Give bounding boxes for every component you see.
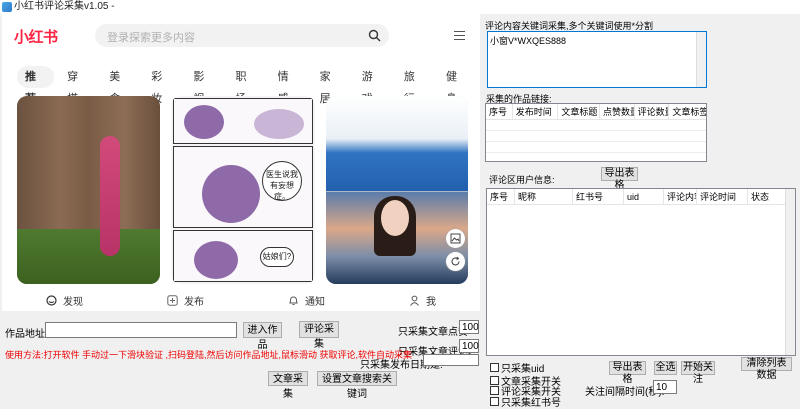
- feed-card-flower[interactable]: [17, 96, 160, 284]
- users-table[interactable]: 序号 昵称 红书号 uid 评论内容 评论时间 状态: [486, 188, 796, 356]
- users-label: 评论区用户信息:: [489, 175, 555, 185]
- nav-notify[interactable]: 通知: [288, 293, 325, 308]
- enter-work-button[interactable]: 进入作品: [243, 322, 282, 351]
- comic-speech-bubble: 姑娘们?: [260, 247, 294, 267]
- users-col-status[interactable]: 状态: [748, 189, 785, 204]
- users-table-scrollbar[interactable]: [785, 189, 795, 355]
- textarea-scrollbar[interactable]: [696, 32, 706, 87]
- window-title: 小红书评论采集v1.05 -: [14, 1, 115, 12]
- menu-icon[interactable]: [454, 31, 465, 40]
- nav-publish[interactable]: 发布: [167, 293, 204, 308]
- tab-food[interactable]: 美食: [101, 66, 138, 105]
- tab-movies[interactable]: 影视: [185, 66, 222, 105]
- plus-icon: [167, 295, 178, 306]
- tab-recommend[interactable]: 推荐: [17, 66, 55, 105]
- search-bar[interactable]: 登录探索更多内容: [95, 24, 389, 47]
- nav-me[interactable]: 我: [409, 293, 436, 308]
- users-table-header: 序号 昵称 红书号 uid 评论内容 评论时间 状态: [487, 189, 785, 205]
- nav-publish-label: 发布: [184, 297, 204, 308]
- tab-fitness[interactable]: 健身: [438, 66, 475, 105]
- works-table[interactable]: 序号 发布时间 文章标题 点赞数量 评论数量 文章标签: [485, 103, 707, 162]
- keywords-textarea[interactable]: 小窗V*WXQES888: [487, 31, 707, 88]
- nav-discover-label: 发现: [63, 297, 83, 308]
- date-filter-input[interactable]: [423, 354, 479, 366]
- tab-makeup[interactable]: 彩妆: [143, 66, 180, 105]
- usage-instructions: 使用方法:打开软件 手动过一下滑块验证 ,扫码登陆,然后访问作品地址,鼠标滑动 …: [5, 350, 413, 360]
- users-col-uid[interactable]: uid: [624, 189, 664, 204]
- web-view[interactable]: 小红书 登录探索更多内容 推荐 穿搭 美食 彩妆 影视 职场 情感 家居 游戏 …: [2, 14, 480, 311]
- nav-me-label: 我: [426, 297, 436, 308]
- export-users-button[interactable]: 导出表格: [609, 361, 646, 385]
- users-col-comment-time[interactable]: 评论时间: [697, 189, 748, 204]
- image-icon[interactable]: [446, 229, 465, 248]
- select-all-button[interactable]: 全选: [654, 361, 677, 375]
- url-input[interactable]: [45, 322, 237, 338]
- search-placeholder: 登录探索更多内容: [107, 32, 195, 44]
- card-image-grass: [17, 229, 160, 284]
- clear-list-button[interactable]: 清除列表数据: [741, 357, 792, 381]
- tab-games[interactable]: 游戏: [354, 66, 391, 105]
- follow-interval-input[interactable]: 10: [653, 380, 677, 394]
- tab-travel[interactable]: 旅行: [396, 66, 433, 105]
- works-col-index[interactable]: 序号: [486, 104, 513, 119]
- tab-home[interactable]: 家居: [312, 66, 349, 105]
- works-col-comments[interactable]: 评论数量: [635, 104, 670, 119]
- tab-career[interactable]: 职场: [227, 66, 264, 105]
- works-col-likes[interactable]: 点赞数量: [600, 104, 635, 119]
- user-icon: [410, 295, 419, 306]
- comments-filter-input[interactable]: 100: [459, 339, 479, 353]
- users-col-redbook-id[interactable]: 红书号: [573, 189, 624, 204]
- bottom-nav: 发现 发布 通知 我: [2, 291, 480, 311]
- nav-discover[interactable]: 发现: [46, 293, 83, 308]
- users-col-index[interactable]: 序号: [487, 189, 515, 204]
- users-col-nickname[interactable]: 昵称: [515, 189, 573, 204]
- works-col-publish-time[interactable]: 发布时间: [513, 104, 559, 119]
- xiaohongshu-logo[interactable]: 小红书: [14, 26, 58, 47]
- keywords-value: 小窗V*WXQES888: [490, 36, 567, 46]
- users-col-comment[interactable]: 评论内容: [664, 189, 697, 204]
- set-keywords-button[interactable]: 设置文章搜索关键词: [317, 371, 397, 400]
- refresh-icon[interactable]: [446, 252, 465, 271]
- works-col-tags[interactable]: 文章标签: [669, 104, 706, 119]
- card-image-ocean: [326, 96, 468, 191]
- comic-speech-bubble: 医生说我有妄想症。: [262, 161, 302, 201]
- comic-panel: 姑娘们?: [173, 230, 313, 282]
- app-icon: [2, 2, 12, 12]
- likes-filter-input[interactable]: 100: [459, 320, 479, 334]
- works-col-title[interactable]: 文章标题: [558, 104, 600, 119]
- start-follow-button[interactable]: 开始关注: [681, 361, 715, 385]
- article-collect-button[interactable]: 文章采集: [268, 371, 308, 400]
- export-works-button[interactable]: 导出表格: [601, 167, 638, 191]
- category-tabs: 推荐 穿搭 美食 彩妆 影视 职场 情感 家居 游戏 旅行 健身: [17, 66, 480, 105]
- title-bar: 小红书评论采集v1.05 -: [0, 0, 800, 14]
- url-label: 作品地址:: [5, 329, 48, 340]
- collect-comments-button[interactable]: 评论采集: [299, 321, 339, 350]
- search-icon[interactable]: [368, 29, 381, 42]
- nav-notify-label: 通知: [305, 297, 325, 308]
- tab-emotion[interactable]: 情感: [270, 66, 307, 105]
- home-icon: [46, 295, 57, 306]
- works-table-header: 序号 发布时间 文章标题 点赞数量 评论数量 文章标签: [486, 104, 706, 120]
- feed-card-comic[interactable]: 医生说我有妄想症。 姑娘们?: [171, 96, 315, 284]
- comic-panel: [173, 98, 313, 144]
- tab-outfit[interactable]: 穿搭: [59, 66, 96, 105]
- bell-icon: [289, 296, 298, 305]
- card-image-flower: [100, 136, 120, 256]
- comic-panel: 医生说我有妄想症。: [173, 146, 313, 228]
